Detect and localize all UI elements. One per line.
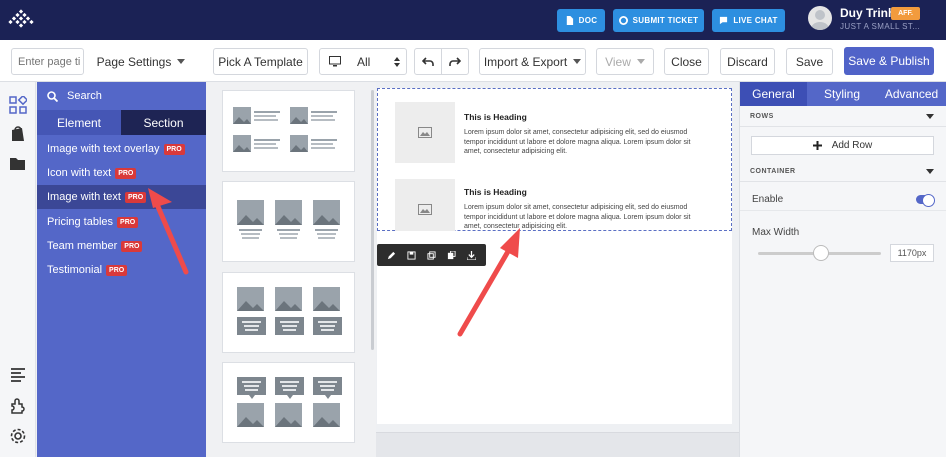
folder-icon[interactable] — [9, 155, 27, 173]
import-export-dropdown[interactable]: Import & Export — [479, 48, 586, 75]
user-name[interactable]: Duy Trinh — [840, 6, 895, 20]
template-card-image-text-grid[interactable] — [222, 90, 355, 172]
doc-button[interactable]: DOC — [557, 9, 605, 32]
max-width-slider-thumb[interactable] — [813, 245, 829, 261]
caret-down-icon — [926, 114, 934, 119]
doc-icon — [566, 16, 573, 25]
element-item-image-with-text-overlay[interactable]: Image with text overlay PRO — [37, 137, 206, 161]
template-thumbnail-icon — [237, 287, 342, 335]
element-search[interactable]: Search — [37, 82, 206, 110]
image-placeholder[interactable] — [395, 102, 455, 163]
plus-icon — [812, 141, 822, 150]
block-text[interactable]: Lorem ipsum dolor sit amet, consectetur … — [464, 128, 694, 157]
tab-advanced[interactable]: Advanced — [877, 82, 946, 106]
page-settings-dropdown[interactable]: Page Settings — [92, 48, 190, 75]
discard-button[interactable]: Discard — [720, 48, 775, 75]
redo-button[interactable] — [441, 48, 469, 75]
live-chat-button[interactable]: LIVE CHAT — [712, 9, 785, 32]
image-icon — [418, 127, 432, 138]
app-logo-icon[interactable] — [8, 8, 34, 34]
tab-element[interactable]: Element — [37, 110, 121, 135]
redo-icon — [449, 56, 461, 66]
add-row-button[interactable]: Add Row — [751, 136, 934, 155]
max-width-label: Max Width — [752, 227, 800, 238]
container-section-header[interactable]: CONTAINER — [740, 162, 946, 182]
enable-row: Enable — [740, 189, 946, 211]
pick-template-button[interactable]: Pick A Template — [213, 48, 308, 75]
search-icon — [47, 90, 58, 102]
pro-badge: PRO — [106, 264, 128, 276]
caret-down-icon — [573, 59, 582, 64]
top-bar — [0, 0, 946, 40]
device-select[interactable]: All — [319, 48, 407, 75]
lifebuoy-icon — [618, 16, 628, 25]
duplicate-icon[interactable] — [427, 250, 436, 260]
align-left-icon[interactable] — [9, 366, 27, 384]
undo-button[interactable] — [414, 48, 442, 75]
pro-badge: PRO — [115, 167, 137, 179]
tab-section[interactable]: Section — [121, 110, 206, 135]
caret-down-icon — [926, 169, 934, 174]
elements-grid-icon[interactable] — [9, 96, 27, 114]
monitor-icon — [329, 56, 341, 67]
image-icon — [418, 204, 432, 215]
caret-down-icon — [177, 59, 186, 64]
avatar[interactable] — [808, 6, 832, 30]
enable-toggle[interactable] — [916, 194, 935, 207]
pro-badge: PRO — [117, 216, 139, 228]
view-dropdown[interactable]: View — [596, 48, 654, 75]
save-button[interactable]: Save — [786, 48, 833, 75]
save-publish-button[interactable]: Save & Publish — [844, 47, 934, 75]
settings-gear-icon[interactable] — [9, 427, 27, 445]
template-thumbnail-icon — [237, 200, 340, 239]
shopify-bag-icon[interactable] — [9, 125, 27, 143]
tab-general[interactable]: General — [740, 82, 807, 106]
block-heading[interactable]: This is Heading — [464, 112, 694, 122]
caret-down-icon — [636, 59, 645, 64]
submit-ticket-button[interactable]: SUBMIT TICKET — [613, 9, 704, 32]
chat-icon — [720, 16, 728, 25]
save-icon[interactable] — [407, 250, 416, 260]
close-button[interactable]: Close — [664, 48, 709, 75]
max-width-value[interactable]: 1170px — [890, 244, 934, 262]
edit-pencil-icon[interactable] — [387, 251, 396, 260]
content-block[interactable]: This is Heading Lorem ipsum dolor sit am… — [395, 102, 694, 163]
page-title-input[interactable] — [11, 48, 84, 75]
template-card-image-caption-grid[interactable] — [222, 272, 355, 353]
template-thumbnail-icon — [237, 377, 342, 427]
template-card-caption-image-grid[interactable] — [222, 362, 355, 443]
annotation-arrow-icon — [148, 188, 189, 275]
image-placeholder[interactable] — [395, 179, 455, 231]
aff-badge: AFF. — [891, 7, 920, 20]
block-heading[interactable]: This is Heading — [464, 187, 694, 197]
rows-section-header[interactable]: ROWS — [740, 107, 946, 127]
annotation-arrow-icon — [457, 228, 520, 337]
tab-styling[interactable]: Styling — [807, 82, 877, 106]
canvas-footer — [376, 432, 739, 457]
pro-badge: PRO — [163, 143, 185, 155]
template-scrollbar[interactable] — [371, 90, 374, 350]
user-subtitle: JUST A SMALL ST... — [840, 22, 921, 31]
selected-section[interactable]: This is Heading Lorem ipsum dolor sit am… — [377, 88, 732, 231]
puzzle-icon[interactable] — [9, 397, 27, 415]
template-thumbnail-icon — [233, 107, 337, 152]
content-block[interactable]: This is Heading Lorem ipsum dolor sit am… — [395, 179, 694, 231]
template-card-three-columns[interactable] — [222, 181, 355, 262]
undo-icon — [422, 56, 434, 66]
select-arrows-icon — [394, 56, 400, 67]
